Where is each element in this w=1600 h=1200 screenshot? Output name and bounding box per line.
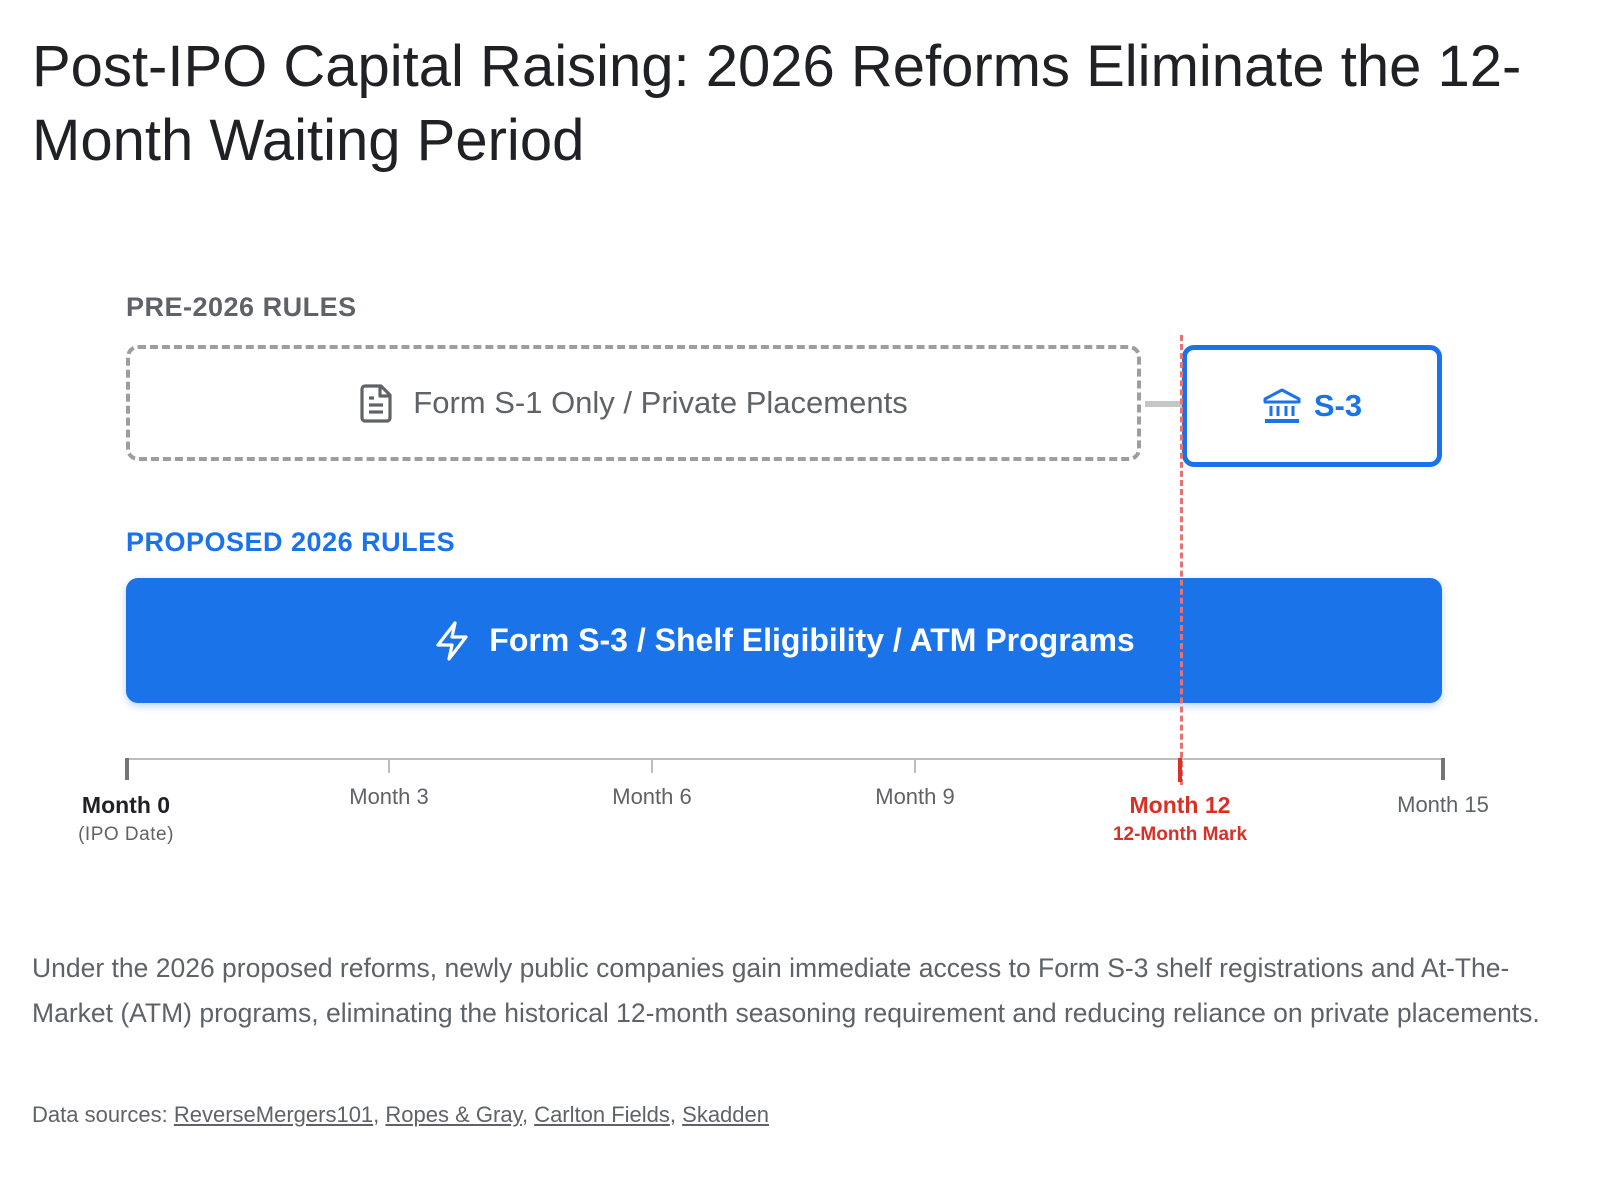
data-sources-prefix: Data sources: bbox=[32, 1102, 168, 1127]
pre-2026-lane-label: PRE-2026 RULES bbox=[126, 292, 357, 322]
timeline-tick-month-12 bbox=[1178, 758, 1182, 782]
timeline-label-month-9: Month 9 bbox=[875, 784, 955, 809]
timeline-label-month-3: Month 3 bbox=[349, 784, 429, 809]
lightning-icon bbox=[433, 620, 471, 662]
proposed-2026-lane-label: PROPOSED 2026 RULES bbox=[126, 527, 456, 557]
data-sources: Data sources: ReverseMergers101, Ropes &… bbox=[32, 1102, 769, 1127]
source-link-skadden[interactable]: Skadden bbox=[682, 1102, 769, 1127]
proposed-2026-s3-bar: Form S-3 / Shelf Eligibility / ATM Progr… bbox=[126, 578, 1442, 703]
page-title: Post-IPO Capital Raising: 2026 Reforms E… bbox=[32, 34, 1522, 173]
timeline-label-month-15: Month 15 bbox=[1397, 792, 1489, 817]
timeline-sublabel-ipo-date: (IPO Date) bbox=[78, 824, 174, 845]
source-link-carlton-fields[interactable]: Carlton Fields bbox=[534, 1102, 670, 1127]
timeline-label-month-0: Month 0 bbox=[81, 792, 171, 818]
timeline-axis bbox=[126, 758, 1444, 760]
bank-icon bbox=[1262, 387, 1302, 425]
lane-connector bbox=[1145, 401, 1182, 407]
timeline-tick-month-3 bbox=[388, 758, 390, 773]
timeline-label-month-12: Month 12 bbox=[1129, 792, 1231, 818]
timeline-tick-month-0 bbox=[125, 758, 129, 780]
source-link-reversemergers101[interactable]: ReverseMergers101 bbox=[174, 1102, 373, 1127]
proposed-bar-label: Form S-3 / Shelf Eligibility / ATM Progr… bbox=[489, 622, 1135, 658]
pre-2026-box-label: Form S-1 Only / Private Placements bbox=[413, 385, 908, 420]
timeline-sublabel-12-month-mark: 12-Month Mark bbox=[1112, 824, 1248, 845]
source-link-ropes-gray[interactable]: Ropes & Gray bbox=[385, 1102, 522, 1127]
document-icon bbox=[359, 383, 395, 423]
s3-box-label: S-3 bbox=[1313, 388, 1363, 423]
summary-text: Under the 2026 proposed reforms, newly p… bbox=[32, 953, 1540, 1028]
pre-2026-form-s1-box: Form S-1 Only / Private Placements bbox=[126, 345, 1141, 461]
timeline-label-month-6: Month 6 bbox=[612, 784, 692, 809]
timeline-tick-month-9 bbox=[914, 758, 916, 773]
pre-2026-s3-box: S-3 bbox=[1182, 345, 1442, 467]
timeline-tick-month-15 bbox=[1441, 758, 1445, 780]
timeline-tick-month-6 bbox=[651, 758, 653, 773]
twelve-month-marker-line bbox=[1180, 335, 1183, 785]
